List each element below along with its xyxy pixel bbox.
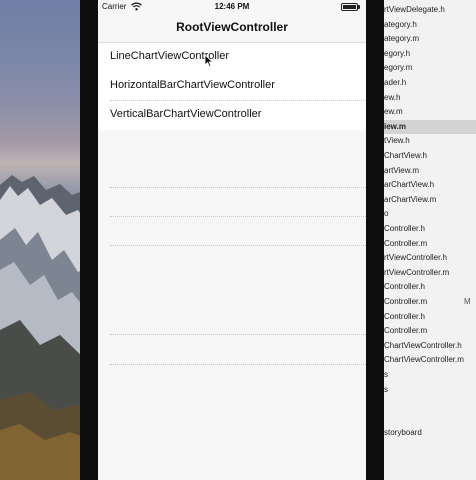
navigator-file-item[interactable]: rtViewDelegate.h [384, 3, 476, 17]
navigator-file-item[interactable]: ChartView.h [384, 149, 476, 163]
navigator-file-item[interactable]: storyboard [384, 426, 476, 440]
mountain-image [0, 175, 86, 480]
navigator-file-item[interactable]: egory.h [384, 47, 476, 61]
modified-badge: M [464, 297, 471, 306]
navigator-file-item[interactable]: Controller.m M [384, 295, 476, 309]
navigator-file-item[interactable]: arChartView.h [384, 178, 476, 192]
navigator-file-item[interactable]: ew.h [384, 91, 476, 105]
navigator-file-item[interactable]: Controller.m [384, 237, 476, 251]
file-name: egory.m [384, 63, 413, 73]
file-name: Controller.h [384, 311, 425, 321]
row-separator [110, 100, 366, 101]
navigator-file-item[interactable]: iew.m [384, 119, 476, 134]
file-name: artView.m [384, 165, 419, 175]
row-separator [110, 245, 366, 246]
simulator-screen: Carrier 12:46 PM RootViewController Line… [98, 0, 366, 480]
navigator-file-item[interactable]: Controller.m [384, 324, 476, 338]
navigator-file-item[interactable] [384, 412, 476, 426]
file-name: arChartView.m [384, 194, 437, 204]
simulator-device: Carrier 12:46 PM RootViewController Line… [80, 0, 384, 480]
row-separator [110, 187, 366, 188]
file-name: iew.m [384, 121, 406, 131]
navigation-bar: RootViewController [98, 14, 366, 43]
file-name: s [384, 384, 388, 394]
file-name: Controller.m [384, 297, 428, 306]
navigator-file-item[interactable]: arChartView.m [384, 193, 476, 207]
file-name: o [384, 209, 389, 219]
row-separator [110, 334, 366, 335]
file-name: Controller.h [384, 224, 425, 233]
file-name: ChartView.h [384, 151, 427, 160]
navigator-file-item[interactable]: Controller.h [384, 222, 476, 236]
file-name: storyboard [384, 428, 422, 438]
navigator-file-item[interactable]: s [384, 368, 476, 382]
table-row-vertical-bar-chart[interactable]: VerticalBarChartViewController [98, 101, 366, 130]
file-name: ew.m [384, 107, 403, 117]
file-name: s [384, 370, 388, 379]
file-name: ChartViewController.m [384, 355, 464, 365]
navigator-file-item[interactable]: egory.m [384, 61, 476, 75]
file-name: Controller.h [384, 282, 425, 292]
status-time: 12:46 PM [214, 2, 250, 11]
table-row-line-chart[interactable]: LineChartViewController [98, 43, 366, 72]
navigator-file-item[interactable]: ew.m [384, 105, 476, 119]
file-name: ChartViewController.h [384, 340, 462, 350]
file-name: rtViewController.m [384, 267, 450, 277]
table-row-horizontal-bar-chart[interactable]: HorizontalBarChartViewController [98, 72, 366, 101]
mouse-pointer-icon [204, 54, 214, 68]
file-name: rtViewController.h [384, 253, 447, 263]
navigator-file-item[interactable]: ChartViewController.m [384, 353, 476, 367]
navigator-file-item[interactable]: Controller.h [384, 280, 476, 294]
nav-title: RootViewController [176, 20, 288, 34]
navigator-file-item[interactable] [384, 397, 476, 411]
navigator-file-item[interactable]: Controller.h [384, 310, 476, 324]
file-name: arChartView.h [384, 180, 435, 190]
navigator-file-item[interactable]: ader.h [384, 76, 476, 90]
navigator-file-item[interactable]: ChartViewController.h [384, 339, 476, 353]
file-name: egory.h [384, 48, 411, 58]
file-name: Controller.m [384, 238, 428, 248]
file-name: rtViewDelegate.h [384, 5, 445, 14]
navigator-file-item[interactable]: s [384, 383, 476, 397]
navigator-file-item[interactable]: rtViewController.h [384, 251, 476, 265]
file-name: tView.h [384, 136, 410, 146]
file-name: ew.h [384, 92, 401, 102]
navigator-file-item[interactable]: artView.m [384, 164, 476, 178]
status-bar: Carrier 12:46 PM [98, 0, 366, 14]
battery-icon [341, 3, 360, 11]
row-separator [110, 216, 366, 217]
navigator-file-item[interactable]: ategory.h [384, 18, 476, 32]
desktop-wallpaper [0, 0, 86, 480]
file-name: ategory.h [384, 19, 417, 29]
navigator-file-item[interactable]: ategory.m [384, 32, 476, 46]
navigator-file-item[interactable]: tView.h [384, 134, 476, 148]
navigator-file-item[interactable]: o [384, 207, 476, 221]
file-name: Controller.m [384, 326, 428, 336]
row-label: VerticalBarChartViewController [110, 108, 262, 120]
row-label: HorizontalBarChartViewController [110, 79, 275, 91]
xcode-file-navigator: rtViewDelegate.h ategory.h ategory.m egory.… [384, 0, 476, 480]
file-name: ategory.m [384, 34, 419, 44]
row-separator [110, 364, 366, 365]
file-name: ader.h [384, 78, 407, 87]
navigator-file-item[interactable]: rtViewController.m [384, 266, 476, 280]
table-view[interactable]: LineChartViewController HorizontalBarCha… [98, 43, 366, 130]
